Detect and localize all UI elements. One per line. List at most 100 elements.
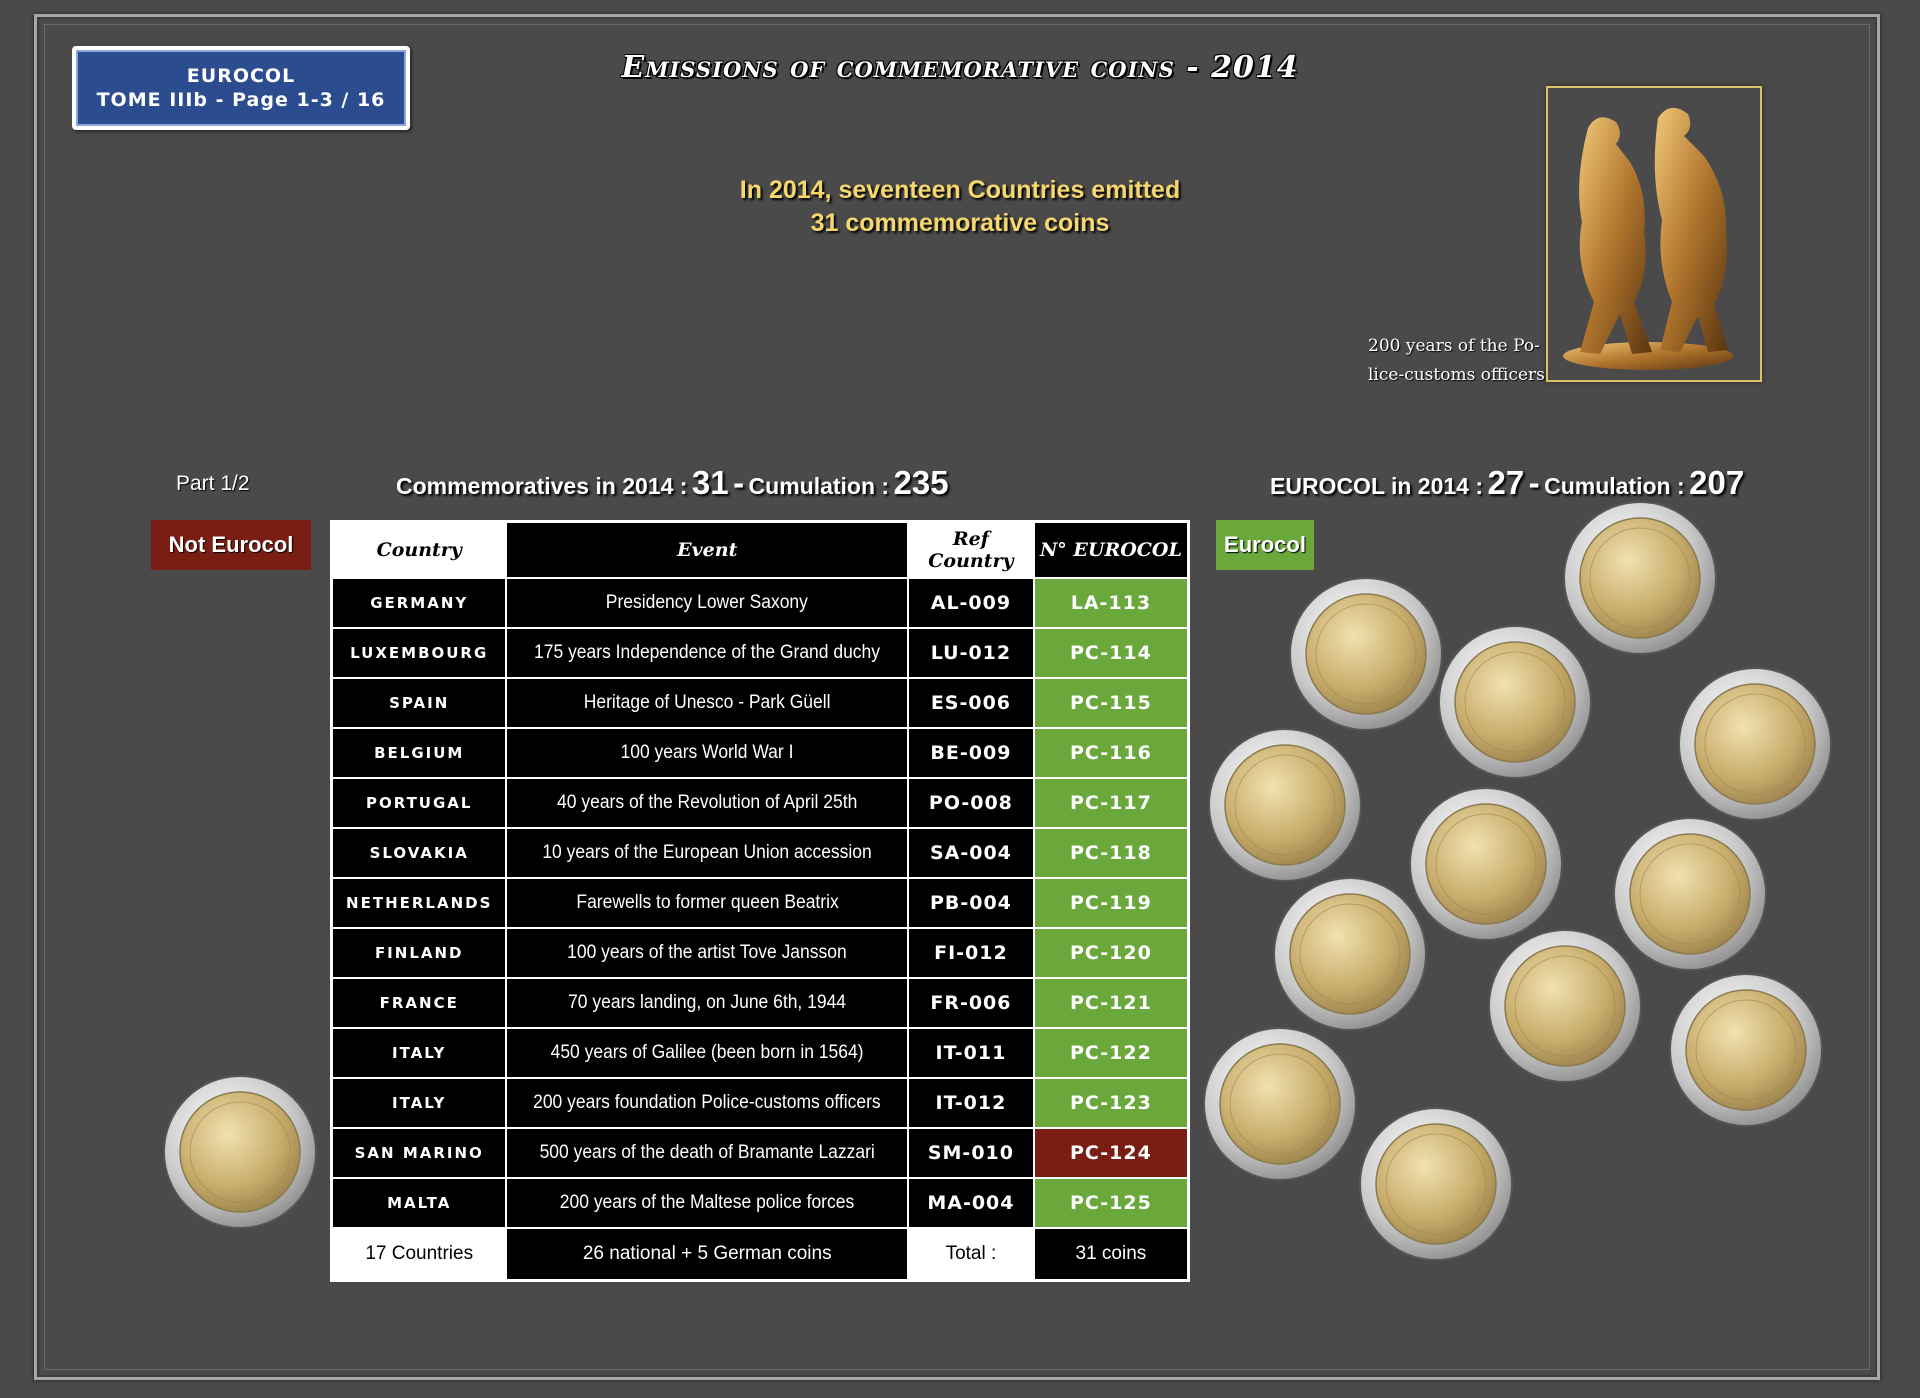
row-eurocol-number: PC-122 xyxy=(1032,1027,1190,1079)
coin-image-portugal xyxy=(1208,728,1362,882)
table-row: NETHERLANDS Farewells to former queen Bea… xyxy=(330,877,1190,929)
row-country: MALTA xyxy=(330,1177,508,1229)
tome-line-2: TOME IIIb - Page 1-3 / 16 xyxy=(96,89,386,111)
intro-line-1: In 2014, seventeen Countries emitted xyxy=(739,176,1181,204)
row-ref-country: SM-010 xyxy=(907,1127,1035,1179)
row-eurocol-number: PC-115 xyxy=(1032,677,1190,729)
stats-eurocol-sep: - xyxy=(1528,464,1540,501)
stats-commemoratives: Commemoratives in 2014 : 31 - Cumulation… xyxy=(396,464,949,502)
row-event: 200 years of the Maltese police forces xyxy=(505,1177,910,1229)
stats-commemoratives-sep: - xyxy=(733,464,745,501)
row-event: 200 years foundation Police-customs offi… xyxy=(505,1077,910,1129)
statue-image xyxy=(1548,88,1760,380)
statue-caption-line-2: lice-customs officers xyxy=(1368,365,1545,385)
table-row: PORTUGAL 40 years of the Revolution of Ap… xyxy=(330,777,1190,829)
coin-image-slovakia xyxy=(1409,787,1563,941)
row-country: PORTUGAL xyxy=(330,777,508,829)
stats-commemoratives-cum-label: Cumulation : xyxy=(748,473,890,499)
row-ref-country: AL-009 xyxy=(907,577,1035,629)
table-row: SAN MARINO 500 years of the death of Bram… xyxy=(330,1127,1190,1179)
eurocol-badge: Eurocol xyxy=(1216,520,1314,570)
tome-box: EUROCOL TOME IIIb - Page 1-3 / 16 xyxy=(72,46,410,130)
table-body: GERMANY Presidency Lower Saxony AL-009 LA-1… xyxy=(330,577,1190,1229)
coin-image-germany xyxy=(1563,501,1717,655)
table-row: ITALY 450 years of Galilee (been born in … xyxy=(330,1027,1190,1079)
table-row: BELGIUM 100 years World War I BE-009 PC-116 xyxy=(330,727,1190,779)
part-label: Part 1/2 xyxy=(176,472,250,495)
row-country: ITALY xyxy=(330,1027,508,1079)
stats-eurocol-label: EUROCOL in 2014 : xyxy=(1270,473,1484,499)
tome-line-1: EUROCOL xyxy=(186,65,296,87)
statue-caption-line-1: 200 years of the Po- xyxy=(1368,336,1540,356)
row-event-text: Farewells to former queen Beatrix xyxy=(576,892,839,913)
row-event: Presidency Lower Saxony xyxy=(505,577,910,629)
table-row: MALTA 200 years of the Maltese police for… xyxy=(330,1177,1190,1229)
footer-countries: 17 Countries xyxy=(330,1227,508,1282)
table-row: GERMANY Presidency Lower Saxony AL-009 LA-1… xyxy=(330,577,1190,629)
row-ref-country: IT-011 xyxy=(907,1027,1035,1079)
row-event: 175 years Independence of the Grand duch… xyxy=(505,627,910,679)
row-country: FRANCE xyxy=(330,977,508,1029)
row-eurocol-number: PC-117 xyxy=(1032,777,1190,829)
table-row: SLOVAKIA 10 years of the European Union a… xyxy=(330,827,1190,879)
row-country: SPAIN xyxy=(330,677,508,729)
row-eurocol-number: PC-119 xyxy=(1032,877,1190,929)
row-ref-country: ES-006 xyxy=(907,677,1035,729)
row-event: 70 years landing, on June 6th, 1944 xyxy=(505,977,910,1029)
row-event: 450 years of Galilee (been born in 1564) xyxy=(505,1027,910,1079)
intro-text: In 2014, seventeen Countries emitted 31 … xyxy=(620,174,1300,240)
row-country: NETHERLANDS xyxy=(330,877,508,929)
stats-eurocol-value: 27 xyxy=(1487,464,1525,501)
row-event-text: 100 years of the artist Tove Jansson xyxy=(567,942,848,963)
row-eurocol-number: PC-124 xyxy=(1032,1127,1190,1179)
table-footer-row: 17 Countries 26 national + 5 German coin… xyxy=(330,1227,1190,1282)
coin-image-france xyxy=(1488,929,1642,1083)
table-header-row: Country Event Ref Country N° EUROCOL xyxy=(330,520,1190,579)
header-country: Country xyxy=(330,520,508,579)
coin-image-luxembourg xyxy=(1289,577,1443,731)
footer-total-value: 31 coins xyxy=(1032,1227,1190,1282)
stats-commemoratives-value: 31 xyxy=(691,464,729,501)
row-country: SAN MARINO xyxy=(330,1127,508,1179)
row-event-text: 200 years foundation Police-customs offi… xyxy=(533,1092,881,1113)
coin-image-malta xyxy=(1359,1107,1513,1261)
row-eurocol-number: LA-113 xyxy=(1032,577,1190,629)
row-ref-country: PB-004 xyxy=(907,877,1035,929)
row-country: LUXEMBOURG xyxy=(330,627,508,679)
row-event: 100 years of the artist Tove Jansson xyxy=(505,927,910,979)
stats-commemoratives-label: Commemoratives in 2014 : xyxy=(396,473,688,499)
row-ref-country: FR-006 xyxy=(907,977,1035,1029)
row-ref-country: FI-012 xyxy=(907,927,1035,979)
row-event: 100 years World War I xyxy=(505,727,910,779)
coin-image-italy-police xyxy=(1203,1027,1357,1181)
row-country: SLOVAKIA xyxy=(330,827,508,879)
row-event: Farewells to former queen Beatrix xyxy=(505,877,910,929)
row-country: FINLAND xyxy=(330,927,508,979)
row-ref-country: LU-012 xyxy=(907,627,1035,679)
footer-total-label: Total : xyxy=(907,1227,1035,1282)
table-row: SPAIN Heritage of Unesco - Park Güell ES-0… xyxy=(330,677,1190,729)
coin-image-san-marino xyxy=(163,1075,317,1229)
row-event-text: 500 years of the death of Bramante Lazza… xyxy=(539,1142,875,1163)
stats-commemoratives-cum-value: 235 xyxy=(893,464,949,501)
row-event-text: 200 years of the Maltese police forces xyxy=(560,1192,855,1213)
table-row: ITALY 200 years foundation Police-customs… xyxy=(330,1077,1190,1129)
row-country: BELGIUM xyxy=(330,727,508,779)
table-row: FINLAND 100 years of the artist Tove Jans… xyxy=(330,927,1190,979)
row-eurocol-number: PC-120 xyxy=(1032,927,1190,979)
coin-image-finland xyxy=(1273,877,1427,1031)
row-event: 500 years of the death of Bramante Lazza… xyxy=(505,1127,910,1179)
header-ref-country: Ref Country xyxy=(907,520,1035,579)
row-ref-country: MA-004 xyxy=(907,1177,1035,1229)
page-title: Emissions of commemorative coins - 2014 xyxy=(621,50,1299,85)
statue-image-frame xyxy=(1546,86,1762,382)
row-ref-country: PO-008 xyxy=(907,777,1035,829)
row-ref-country: SA-004 xyxy=(907,827,1035,879)
row-eurocol-number: PC-123 xyxy=(1032,1077,1190,1129)
statue-caption: 200 years of the Po- lice-customs office… xyxy=(1368,332,1546,390)
row-eurocol-number: PC-121 xyxy=(1032,977,1190,1029)
footer-coins-breakdown: 26 national + 5 German coins xyxy=(505,1227,910,1282)
stats-eurocol-cum-value: 207 xyxy=(1689,464,1745,501)
row-country: ITALY xyxy=(330,1077,508,1129)
row-country: GERMANY xyxy=(330,577,508,629)
